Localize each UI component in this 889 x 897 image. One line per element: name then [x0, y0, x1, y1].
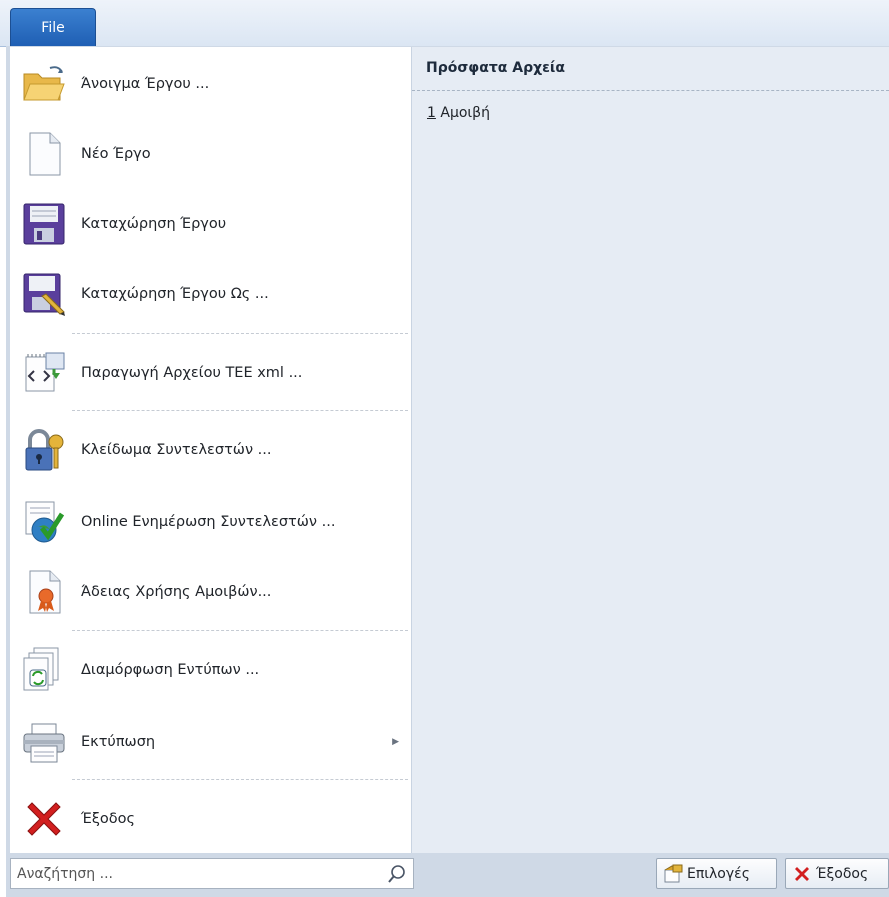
menu-item-label: Online Ενημέρωση Συντελεστών ...	[81, 514, 336, 530]
submenu-arrow-icon: ▶	[392, 737, 399, 747]
license-certificate-icon	[20, 568, 68, 616]
menu-separator	[72, 410, 408, 411]
recent-file-name: Αμοιβή	[440, 105, 490, 121]
forms-refresh-icon	[20, 646, 68, 694]
menu-item-label: Άνοιγμα Έργου ...	[81, 76, 210, 92]
menu-item-label: Εκτύπωση	[81, 734, 156, 750]
menu-item-label: Κλείδωμα Συντελεστών ...	[81, 442, 272, 458]
menu-item-form-layout[interactable]: Διαμόρφωση Εντύπων ...	[10, 639, 411, 701]
menu-separator	[72, 779, 408, 780]
menu-item-label: Καταχώρηση Έργου	[81, 216, 227, 232]
file-menu-commands: Άνοιγμα Έργου ... Νέο Έργο Καταχώρηση Έρ…	[10, 47, 412, 853]
recent-files-panel: Πρόσφατα Αρχεία 1 Αμοιβή	[412, 47, 889, 853]
menu-item-label: Άδειας Χρήσης Αμοιβών...	[81, 584, 272, 600]
open-folder-icon	[20, 60, 68, 108]
recent-file-index: 1	[427, 105, 436, 121]
ribbon-bar: File	[0, 0, 889, 47]
menu-item-lock-coefficients[interactable]: Κλείδωμα Συντελεστών ...	[10, 419, 411, 481]
file-tab[interactable]: File	[10, 8, 96, 46]
online-update-icon	[20, 498, 68, 546]
lock-key-icon	[20, 426, 68, 474]
menu-item-open-project[interactable]: Άνοιγμα Έργου ...	[10, 53, 411, 115]
close-icon	[795, 866, 809, 881]
save-disk-icon	[20, 200, 68, 248]
backstage-footer: Επιλογές Έξοδος	[6, 853, 889, 897]
menu-item-generate-tee-xml[interactable]: Παραγωγή Αρχείου TEE xml ...	[10, 342, 411, 404]
menu-item-label: Διαμόρφωση Εντύπων ...	[81, 662, 260, 678]
exit-x-icon	[20, 795, 68, 843]
menu-item-save-project-as[interactable]: Καταχώρηση Έργου Ως ...	[10, 263, 411, 325]
xml-export-icon	[20, 349, 68, 397]
recent-files-title: Πρόσφατα Αρχεία	[426, 60, 566, 76]
menu-item-label: Νέο Έργο	[81, 146, 151, 162]
menu-item-online-update[interactable]: Online Ενημέρωση Συντελεστών ...	[10, 491, 411, 553]
exit-button[interactable]: Έξοδος	[785, 858, 889, 889]
new-document-icon	[20, 130, 68, 178]
options-icon	[664, 864, 683, 882]
menu-item-label: Παραγωγή Αρχείου TEE xml ...	[81, 365, 303, 381]
exit-label: Έξοδος	[816, 865, 869, 882]
recent-file-item[interactable]: 1 Αμοιβή	[427, 105, 490, 121]
options-label: Επιλογές	[687, 865, 750, 882]
menu-item-exit[interactable]: Έξοδος	[10, 788, 411, 850]
menu-item-label: Καταχώρηση Έργου Ως ...	[81, 286, 269, 302]
menu-separator	[72, 333, 408, 334]
menu-item-new-project[interactable]: Νέο Έργο	[10, 123, 411, 185]
menu-item-fee-license[interactable]: Άδειας Χρήσης Αμοιβών...	[10, 561, 411, 623]
save-as-icon	[20, 270, 68, 318]
menu-separator	[72, 630, 408, 631]
menu-item-label: Έξοδος	[81, 811, 136, 827]
search-input[interactable]	[11, 859, 383, 888]
printer-icon	[20, 718, 68, 766]
recent-files-separator	[412, 90, 889, 91]
menu-item-print[interactable]: Εκτύπωση ▶	[10, 711, 411, 773]
options-button[interactable]: Επιλογές	[656, 858, 777, 889]
search-icon[interactable]	[387, 864, 407, 884]
menu-item-save-project[interactable]: Καταχώρηση Έργου	[10, 193, 411, 255]
search-box[interactable]	[10, 858, 414, 889]
